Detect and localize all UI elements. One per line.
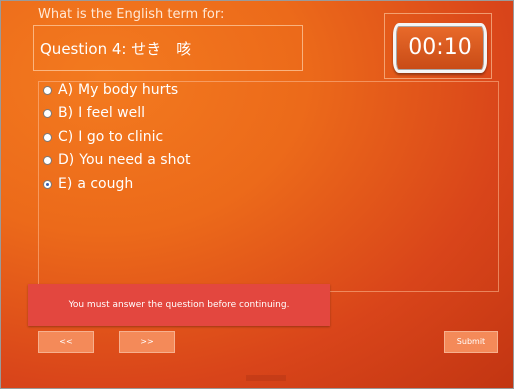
option-label: You need a shot xyxy=(79,152,191,168)
radio-button[interactable] xyxy=(43,132,52,142)
validation-alert: You must answer the question before cont… xyxy=(28,284,330,326)
option-d[interactable]: D) You need a shot xyxy=(43,150,191,170)
timer-container: 00:10 xyxy=(384,13,492,79)
radio-button[interactable] xyxy=(43,108,52,118)
option-label: I go to clinic xyxy=(78,129,164,145)
option-letter: B) xyxy=(58,105,74,121)
option-label: I feel well xyxy=(78,105,145,121)
answer-options: A) My body hurts B) I feel well C) I go … xyxy=(38,81,499,292)
option-b[interactable]: B) I feel well xyxy=(43,103,145,123)
question-box: Question 4: せき 咳 xyxy=(33,25,303,71)
option-letter: C) xyxy=(58,129,74,145)
option-a[interactable]: A) My body hurts xyxy=(43,80,178,100)
option-label: My body hurts xyxy=(78,82,179,98)
radio-button-selected[interactable] xyxy=(43,179,52,189)
option-letter: A) xyxy=(58,82,74,98)
radio-button[interactable] xyxy=(43,85,52,95)
footer-watermark xyxy=(246,375,286,381)
option-letter: E) xyxy=(58,176,73,192)
option-c[interactable]: C) I go to clinic xyxy=(43,127,163,147)
radio-button[interactable] xyxy=(43,155,52,165)
countdown-timer: 00:10 xyxy=(393,23,487,73)
question-title: Question 4: せき 咳 xyxy=(40,40,192,58)
submit-button[interactable]: Submit xyxy=(444,331,498,353)
option-letter: D) xyxy=(58,152,75,168)
quiz-slide: What is the English term for: Question 4… xyxy=(0,0,514,389)
next-button[interactable]: >> xyxy=(119,331,175,353)
question-prompt: What is the English term for: xyxy=(38,7,225,22)
alert-message: You must answer the question before cont… xyxy=(68,300,290,310)
previous-button[interactable]: << xyxy=(38,331,94,353)
option-label: a cough xyxy=(77,176,134,192)
option-e[interactable]: E) a cough xyxy=(43,174,133,194)
